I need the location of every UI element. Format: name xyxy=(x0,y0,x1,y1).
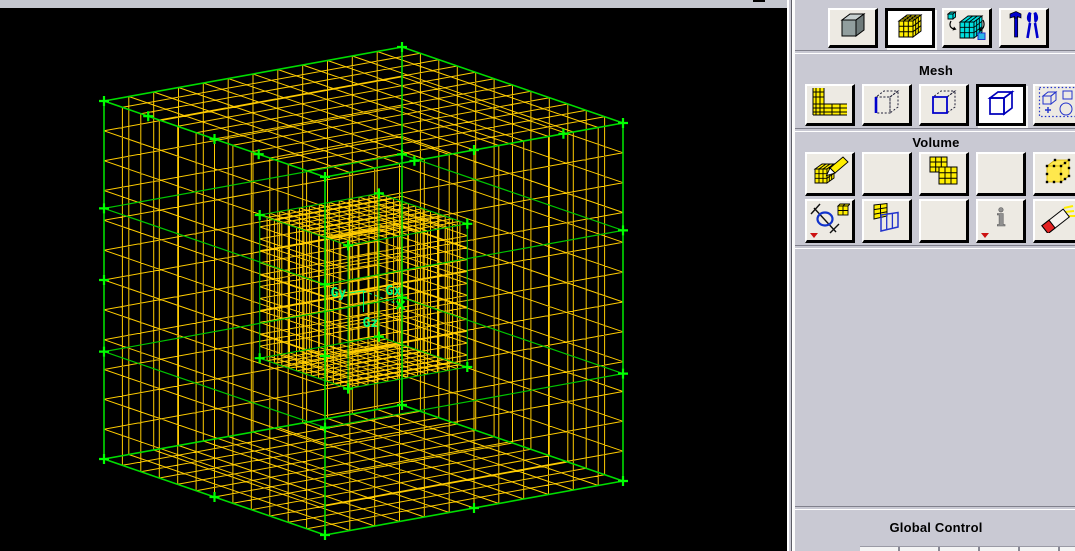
copy-mesh-icon xyxy=(926,156,962,191)
mesh-face-icon xyxy=(927,87,961,122)
global-control-buttons-partial[interactable] xyxy=(860,546,1075,551)
viewport-top-strip xyxy=(0,0,788,8)
toolbar-panel: Mesh Volume i Global Control xyxy=(793,0,1075,551)
svg-text:Gx: Gx xyxy=(386,284,402,299)
mesh-edge-icon xyxy=(870,87,904,122)
blank-3-button[interactable] xyxy=(919,199,969,243)
section-divider xyxy=(795,506,1075,510)
group-mesh-button[interactable] xyxy=(1033,84,1075,126)
volume-toolbar-row-2: i xyxy=(805,199,1075,243)
viewport-top-tick xyxy=(753,0,765,2)
section-divider xyxy=(795,245,1075,249)
mesh-command-button[interactable] xyxy=(885,8,935,48)
copy-volume-mesh-button[interactable] xyxy=(919,152,969,196)
blank-2-button[interactable] xyxy=(976,152,1026,196)
zones-cube-icon xyxy=(947,9,987,46)
eraser-icon xyxy=(1040,203,1075,238)
volume-toolbar-row-1 xyxy=(805,152,1075,196)
mesh-cube-icon xyxy=(893,11,927,46)
mesh-toolbar xyxy=(805,84,1075,126)
delete-volume-mesh-button[interactable] xyxy=(1033,199,1075,243)
mesh-volumes-icon xyxy=(810,155,850,192)
blank-1-button[interactable] xyxy=(862,152,912,196)
volume-mesh-button[interactable] xyxy=(976,84,1026,126)
panel-separator xyxy=(787,0,793,551)
operation-toolbar xyxy=(828,8,1049,48)
dropdown-arrow-icon xyxy=(810,233,818,238)
sheet-convert-icon xyxy=(869,202,905,239)
tools-icon xyxy=(1007,10,1041,45)
tools-command-button[interactable] xyxy=(999,8,1049,48)
mesh-volume-icon xyxy=(984,88,1018,123)
geometry-cube-icon xyxy=(836,10,870,45)
dropdown-arrow-icon xyxy=(981,233,989,238)
mesh-volumes-button[interactable] xyxy=(805,152,855,196)
geometry-command-button[interactable] xyxy=(828,8,878,48)
link-volume-mesh-button[interactable] xyxy=(805,199,855,243)
display-volume-nodes-button[interactable] xyxy=(1033,152,1075,196)
convert-volume-mesh-button[interactable] xyxy=(862,199,912,243)
mesh-wireframe-cube: Gx Gy Gz xyxy=(0,0,788,551)
summarize-volume-mesh-button[interactable]: i xyxy=(976,199,1026,243)
volume-section-title: Volume xyxy=(795,135,1075,150)
nodes-cube-icon xyxy=(1040,155,1075,192)
svg-text:i: i xyxy=(996,205,1005,231)
section-divider xyxy=(795,50,1075,54)
global-control-title: Global Control xyxy=(795,520,1075,535)
face-mesh-button[interactable] xyxy=(919,84,969,126)
mesh-group-icon xyxy=(1038,86,1075,123)
mesh-section-title: Mesh xyxy=(795,63,1075,78)
edge-mesh-button[interactable] xyxy=(862,84,912,126)
gambit-window: Gx Gy Gz Mesh Volume i Global Control xyxy=(0,0,1075,551)
svg-text:Gy: Gy xyxy=(331,286,347,301)
boundary-layer-icon xyxy=(811,87,849,122)
info-icon: i xyxy=(994,205,1008,236)
svg-text:Gz: Gz xyxy=(363,316,379,331)
graphics-window[interactable]: Gx Gy Gz xyxy=(0,0,788,551)
zones-command-button[interactable] xyxy=(942,8,992,48)
section-divider xyxy=(795,128,1075,132)
boundary-layer-mesh-button[interactable] xyxy=(805,84,855,126)
